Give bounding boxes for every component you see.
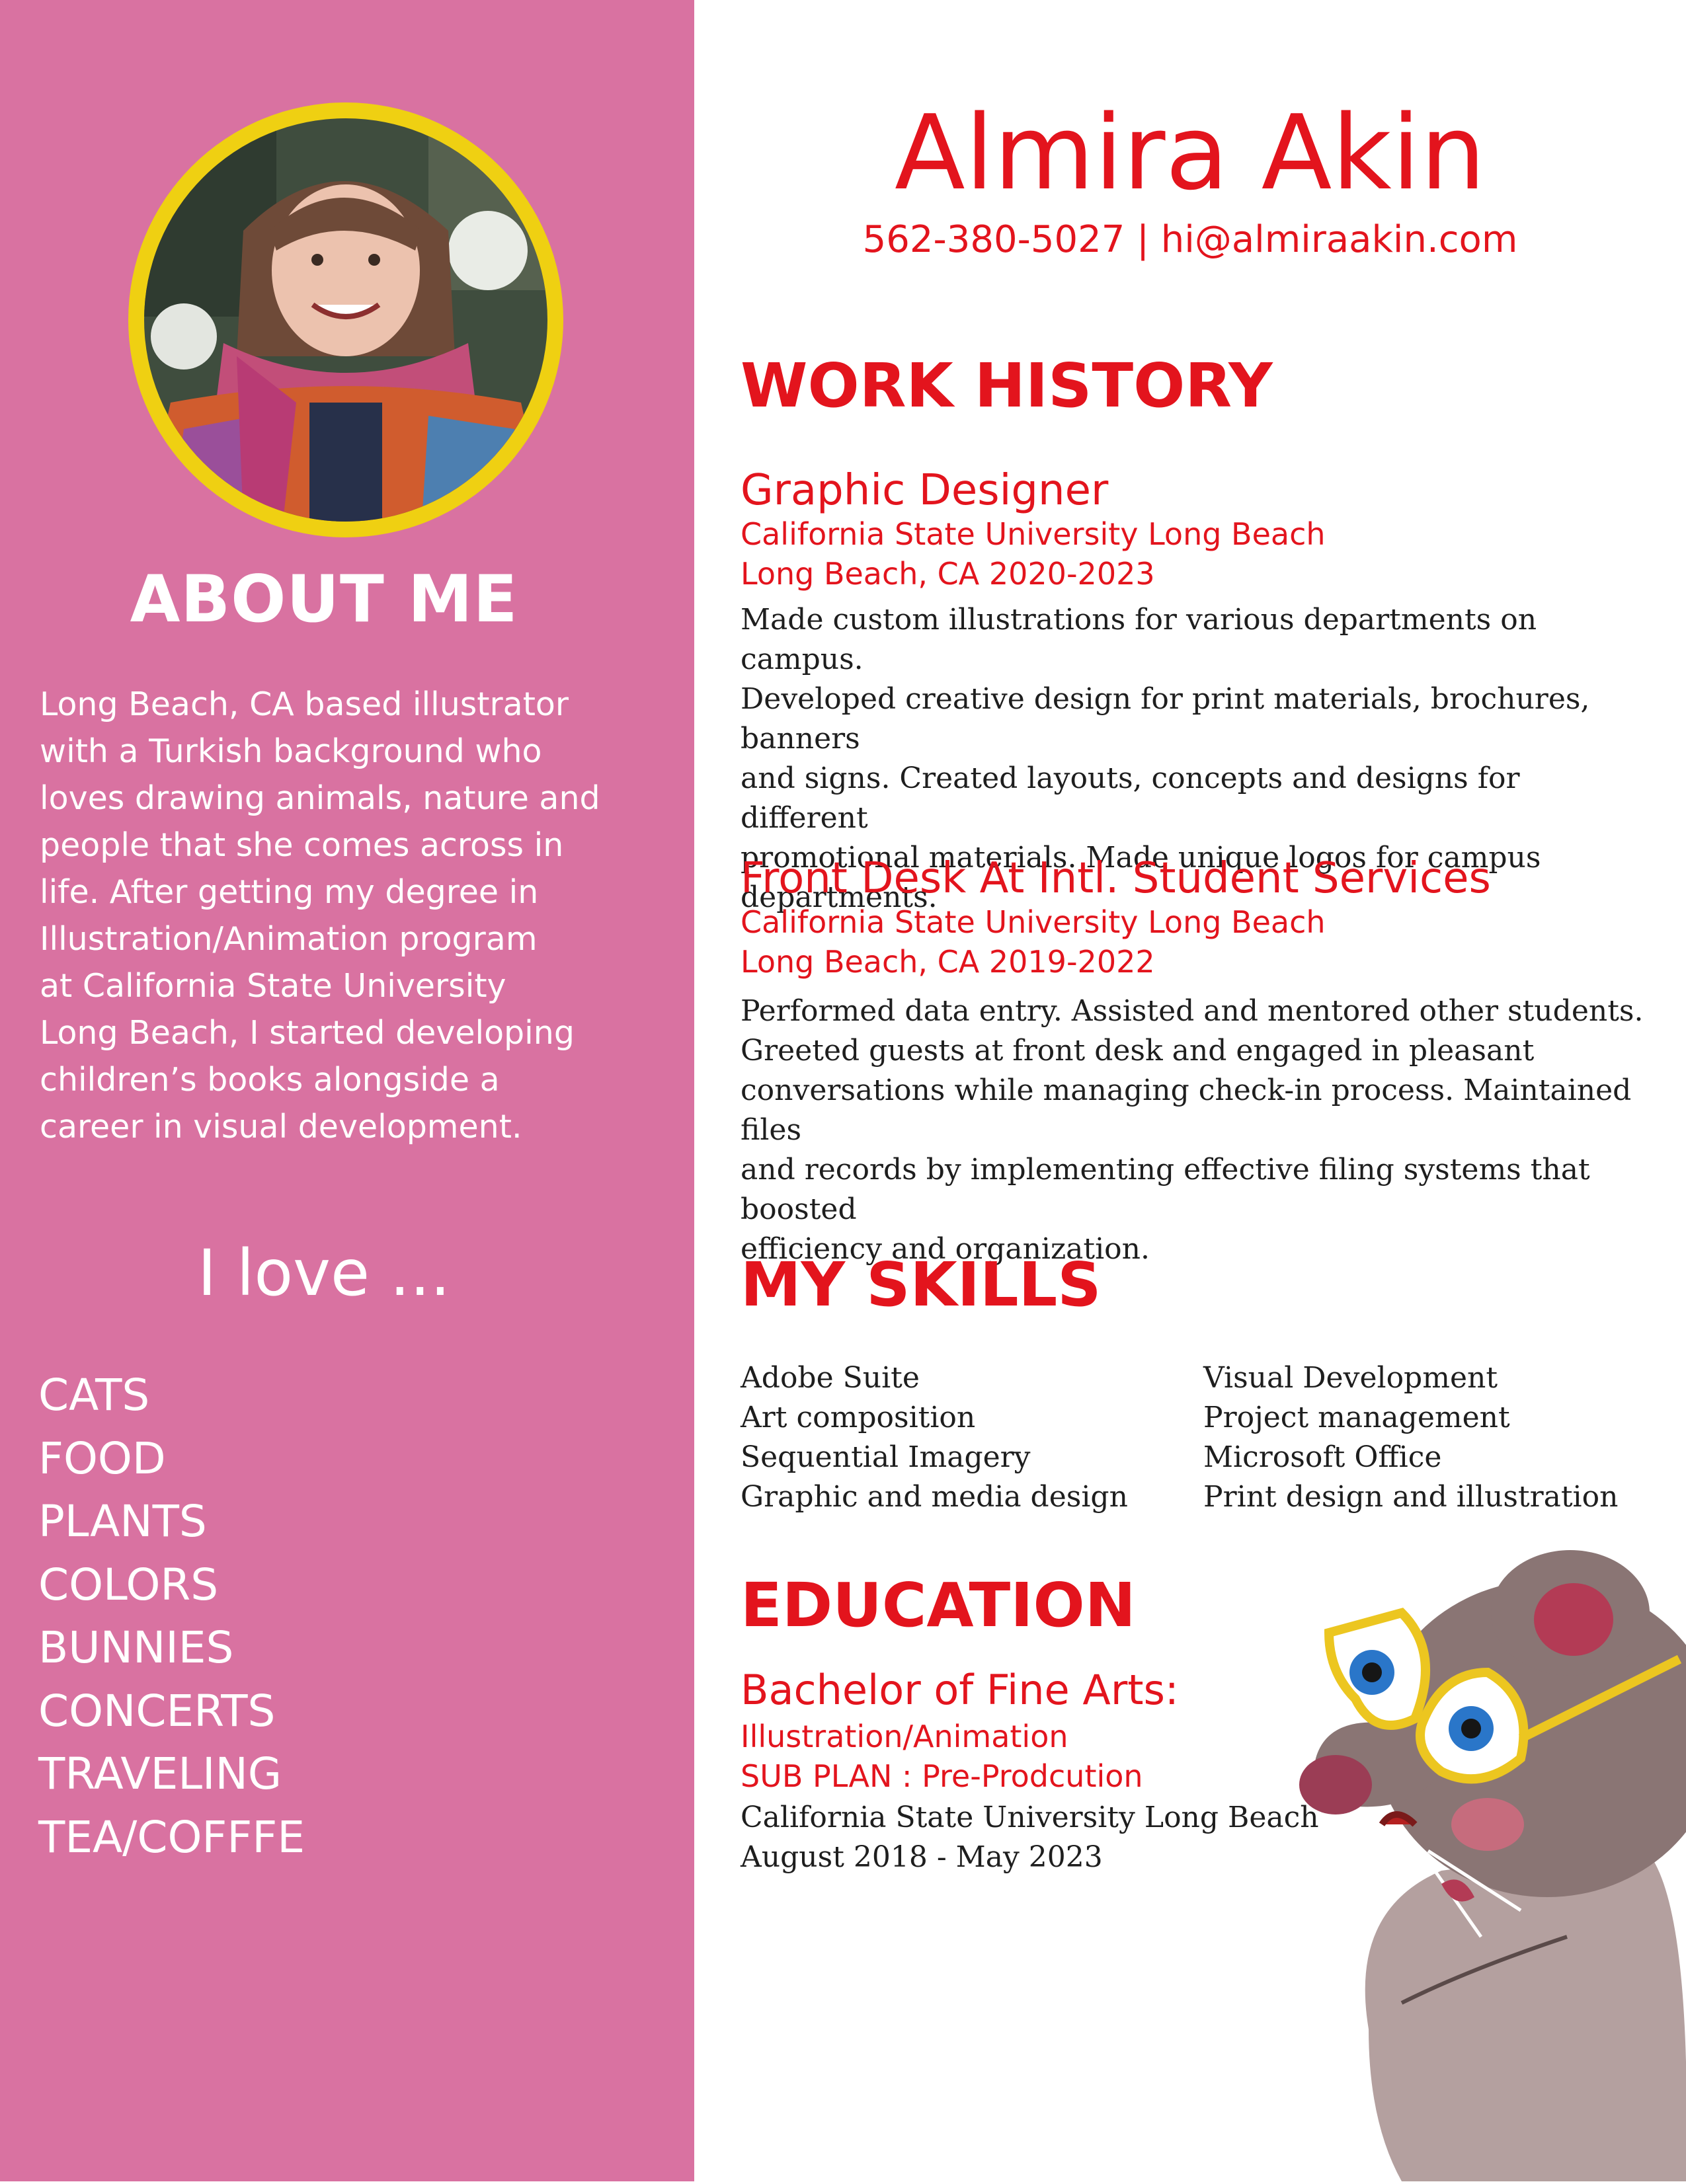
education-school: California State University Long Beach (741, 1801, 1319, 1834)
degree-title: Bachelor of Fine Arts: (741, 1666, 1179, 1714)
resume-name: Almira Akin (895, 93, 1486, 213)
skill-item: Visual Development (1203, 1361, 1498, 1395)
love-item: PLANTS (38, 1496, 207, 1547)
job-organization: California State University Long Beach (741, 516, 1326, 552)
love-item: CATS (38, 1370, 150, 1421)
about-me-text: Long Beach, CA based illustrator with a … (40, 685, 600, 1146)
degree-sub-plan: SUB PLAN : Pre-Prodcution (741, 1758, 1143, 1794)
profile-photo (144, 118, 547, 522)
sidebar: ABOUT ME Long Beach, CA based illustrato… (0, 0, 694, 2181)
skills-list-right: Visual Development Project management Mi… (1203, 1358, 1618, 1517)
degree-major: Illustration/Animation (741, 1719, 1068, 1754)
skill-item: Microsoft Office (1203, 1440, 1442, 1474)
love-item: CONCERTS (38, 1685, 276, 1736)
skill-item: Project management (1203, 1401, 1510, 1434)
mouse-illustration (1269, 1540, 1686, 2181)
skills-heading: MY SKILLS (741, 1249, 1102, 1320)
love-item: TRAVELING (38, 1748, 282, 1799)
skill-item: Adobe Suite (741, 1361, 920, 1395)
job-location-dates: Long Beach, CA 2019-2022 (741, 944, 1155, 980)
skill-item: Sequential Imagery (741, 1440, 1031, 1474)
love-item: COLORS (38, 1559, 219, 1610)
i-love-list: CATS FOOD PLANTS COLORS BUNNIES CONCERTS… (38, 1364, 305, 1869)
skill-item: Print design and illustration (1203, 1480, 1619, 1514)
work-history-heading: WORK HISTORY (741, 350, 1273, 421)
love-item: BUNNIES (38, 1622, 234, 1673)
skill-item: Graphic and media design (741, 1480, 1128, 1514)
job-title: Front Desk At Intl. Student Services (741, 854, 1491, 903)
i-love-heading: I love ... (197, 1236, 451, 1310)
about-me-heading: ABOUT ME (130, 562, 518, 637)
education-heading: EDUCATION (741, 1570, 1136, 1641)
love-item: FOOD (38, 1432, 166, 1484)
job-organization: California State University Long Beach (741, 904, 1326, 940)
education-dates: August 2018 - May 2023 (741, 1840, 1103, 1874)
job-description: Performed data entry. Assisted and mento… (741, 994, 1644, 1266)
love-item: TEA/COFFFE (38, 1811, 305, 1863)
job-title: Graphic Designer (741, 466, 1109, 515)
profile-photo-frame (128, 102, 563, 537)
contact-line: 562-380-5027 | hi@almiraakin.com (862, 218, 1518, 261)
skills-list-left: Adobe Suite Art composition Sequential I… (741, 1358, 1128, 1517)
job-location-dates: Long Beach, CA 2020-2023 (741, 556, 1155, 592)
skill-item: Art composition (741, 1401, 976, 1434)
